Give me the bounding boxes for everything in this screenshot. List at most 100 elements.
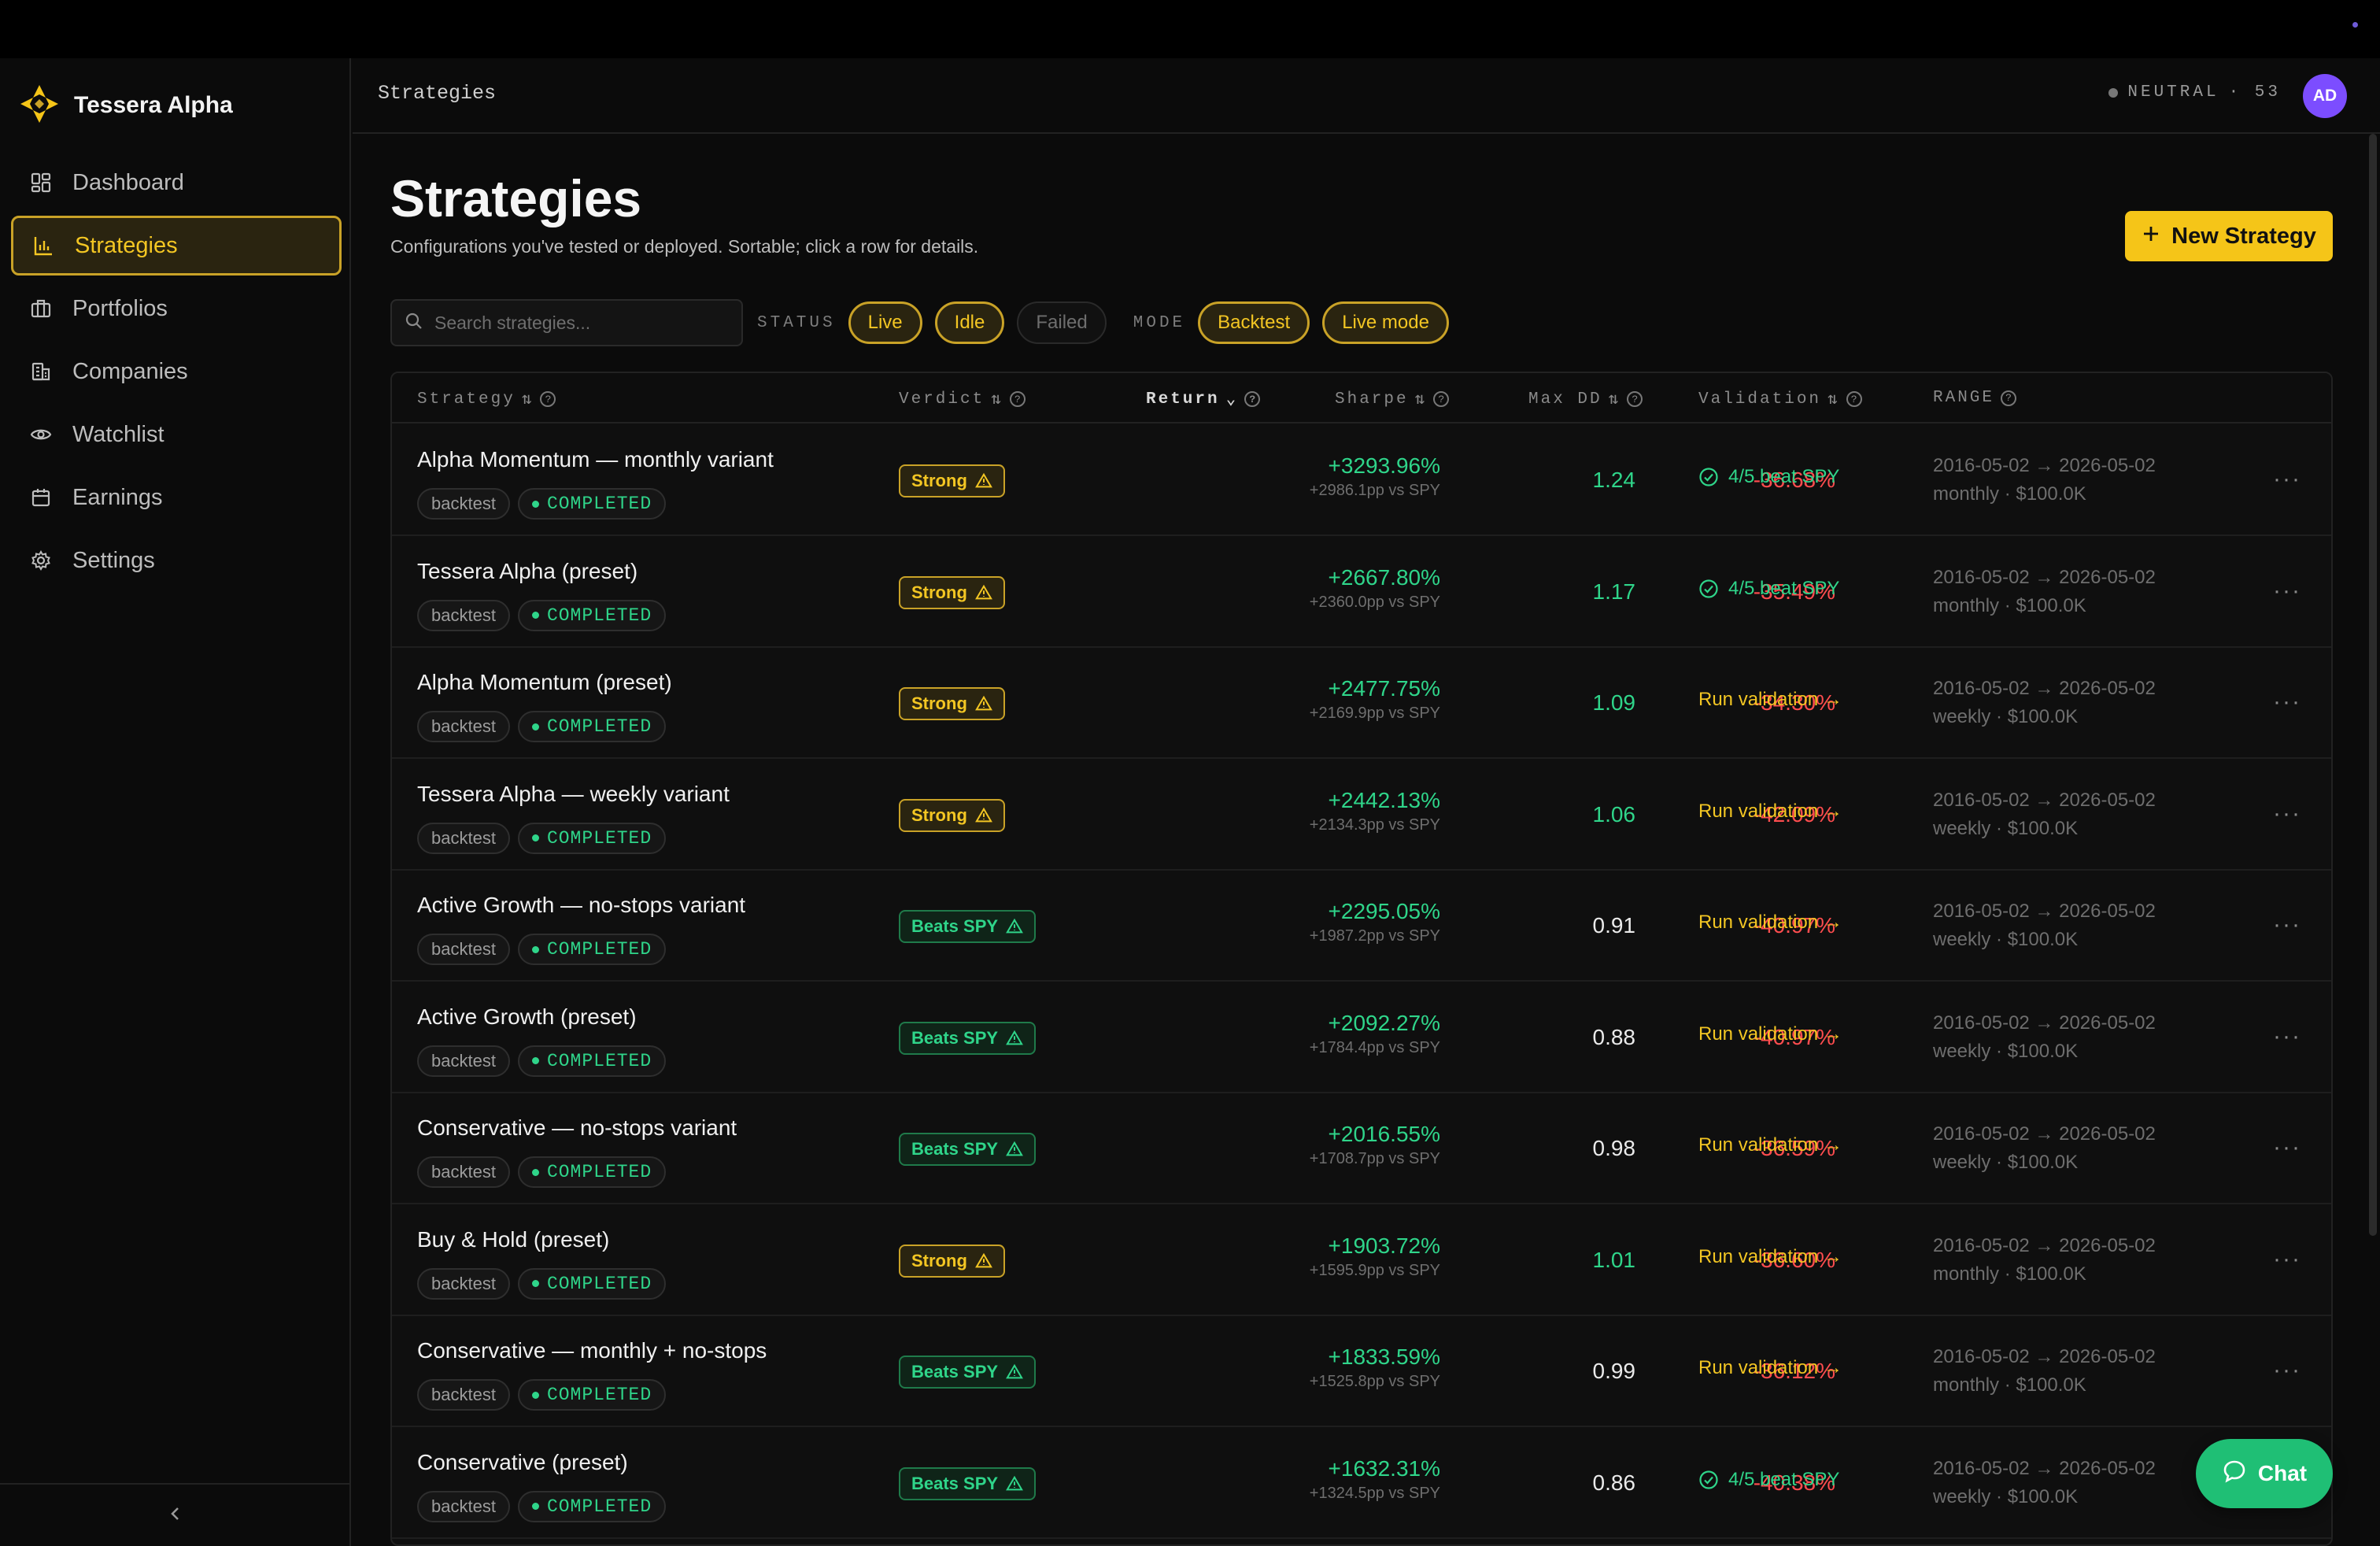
column-verdict[interactable]: Verdict ⇅ ? [899,389,1026,409]
verdict-label: Beats SPY [911,1362,999,1381]
strategy-name: Alpha Momentum — monthly variant [417,447,774,472]
column-validation[interactable]: Validation ⇅ ? [1698,389,1862,409]
more-options-icon[interactable]: ··· [2273,1357,2301,1384]
table-row[interactable]: Conservative — monthly + no-stops backtes… [392,1316,2331,1427]
search-box[interactable] [390,299,743,346]
sidebar-item-label: Portfolios [72,295,168,321]
strategy-tags: backtest COMPLETED [417,599,667,631]
help-icon[interactable]: ? [1009,391,1026,407]
help-icon[interactable]: ? [1627,391,1643,407]
range-dates: 2016-05-02 → 2026-05-02 [1933,789,2156,811]
column-max-dd-label: Max DD [1528,390,1602,409]
more-options-icon[interactable]: ··· [2273,1134,2301,1161]
briefcase-icon [28,296,54,321]
range-detail: monthly · $100.0K [1933,594,2086,616]
sidebar-item-strategies[interactable]: Strategies [11,216,342,276]
check-circle-icon [1698,579,1719,599]
filter-chip-idle[interactable]: Idle [934,301,1005,344]
avatar[interactable]: AD [2303,74,2347,118]
run-validation-link[interactable]: Run validation → [1698,1357,1842,1379]
validation-label: 4/5 beat SPY [1728,466,1840,487]
new-strategy-button[interactable]: New Strategy [2125,211,2333,261]
column-strategy[interactable]: Strategy ⇅ ? [417,389,556,409]
table-row[interactable]: Alpha Momentum — monthly variant backtest… [392,425,2331,536]
strategy-name: Tessera Alpha — weekly variant [417,781,730,806]
range-detail: weekly · $100.0K [1933,1485,2079,1507]
more-options-icon[interactable]: ··· [2273,801,2301,827]
check-circle-icon [1698,1470,1719,1490]
table-row[interactable]: Active Growth (preset) backtest COMPLETED B… [392,982,2331,1093]
sidebar-item-watchlist[interactable]: Watchlist [11,405,342,464]
status-badge: COMPLETED [517,1045,667,1077]
more-options-icon[interactable]: ··· [2273,1023,2301,1050]
collapse-sidebar-button[interactable] [0,1483,351,1546]
more-options-icon[interactable]: ··· [2273,578,2301,605]
filter-chip-failed[interactable]: Failed [1017,301,1107,344]
table-row[interactable]: Buy & Hold (preset) backtest COMPLETED Stro… [392,1205,2331,1316]
range-cell: 2016-05-02 → 2026-05-02 weekly · $100.0K [1933,897,2156,954]
table-row[interactable]: Tessera Alpha (preset) backtest COMPLETED S… [392,537,2331,648]
run-validation-link[interactable]: Run validation → [1698,1023,1842,1045]
filter-chip-live[interactable]: Live [848,301,922,344]
sidebar-item-dashboard[interactable]: Dashboard [11,153,342,213]
more-options-icon[interactable]: ··· [2273,689,2301,716]
range-dates: 2016-05-02 → 2026-05-02 [1933,678,2156,699]
sidebar-nav: Dashboard Strategies Portfolios Companies Wa… [11,153,342,594]
run-validation-link[interactable]: Run validation → [1698,1246,1842,1268]
table-row[interactable]: Alpha Momentum (preset) backtest COMPLETED… [392,648,2331,759]
table-row[interactable]: Tessera Alpha — weekly variant backtest CO… [392,760,2331,871]
validation-status: 4/5 beat SPY [1698,466,1839,488]
column-max-dd[interactable]: Max DD ⇅ ? [1528,389,1643,409]
sidebar-item-companies[interactable]: Companies [11,342,342,401]
help-icon[interactable]: ? [2001,390,2017,406]
range-cell: 2016-05-02 → 2026-05-02 monthly · $100.0K [1933,564,2156,620]
brand[interactable]: Tessera Alpha [19,74,233,137]
column-validation-label: Validation [1698,390,1822,409]
filter-chip-backtest[interactable]: Backtest [1198,301,1310,344]
strategy-tags: backtest COMPLETED [417,711,667,742]
more-options-icon[interactable]: ··· [2273,912,2301,938]
help-icon[interactable]: ? [1244,391,1261,407]
chevron-left-icon [166,1504,185,1527]
help-icon[interactable]: ? [1433,391,1450,407]
table-row[interactable]: Conservative — no-stops variant backtest C… [392,1093,2331,1204]
regime-label: NEUTRAL [2127,83,2219,102]
mode-tag: backtest [417,488,510,520]
range-cell: 2016-05-02 → 2026-05-02 monthly · $100.0K [1933,1343,2156,1400]
status-badge: COMPLETED [517,1379,667,1411]
run-validation-link[interactable]: Run validation → [1698,689,1842,711]
range-detail: monthly · $100.0K [1933,1374,2086,1396]
run-validation-link[interactable]: Run validation → [1698,912,1842,934]
verdict-label: Strong [911,804,967,825]
run-validation-link[interactable]: Run validation → [1698,801,1842,823]
range-detail: weekly · $100.0K [1933,1152,2079,1173]
strategy-name: Alpha Momentum (preset) [417,670,672,694]
more-options-icon[interactable]: ··· [2273,1246,2301,1273]
status-dot [531,1280,539,1287]
verdict-badge: Strong [899,575,1005,609]
chat-button[interactable]: Chat [2196,1439,2333,1508]
warning-icon [1006,1030,1023,1047]
mode-tag: backtest [417,1490,510,1522]
run-validation-link[interactable]: Run validation → [1698,1134,1842,1156]
filter-chip-live-mode[interactable]: Live mode [1322,301,1449,344]
sidebar-item-settings[interactable]: Settings [11,531,342,590]
more-options-icon[interactable]: ··· [2273,466,2301,493]
help-icon[interactable]: ? [1846,391,1862,407]
scrollbar[interactable] [2369,134,2377,1236]
sidebar-item-label: Settings [72,547,155,573]
verdict-badge: Strong [899,1244,1005,1278]
column-sharpe[interactable]: Sharpe ⇅ ? [1335,389,1450,409]
calendar-icon [28,485,54,510]
status-label: COMPLETED [546,494,652,514]
help-icon[interactable]: ? [540,391,556,407]
sidebar-item-earnings[interactable]: Earnings [11,468,342,527]
table-row[interactable]: Active Growth — no-stops variant backtest… [392,871,2331,982]
mode-tag: backtest [417,934,510,965]
search-input[interactable] [434,312,734,334]
range-cell: 2016-05-02 → 2026-05-02 weekly · $100.0K [1933,1455,2156,1511]
breadcrumb: Strategies [378,82,497,105]
sidebar-item-portfolios[interactable]: Portfolios [11,279,342,338]
table-row[interactable]: Conservative (preset) backtest COMPLETED Be… [392,1428,2331,1539]
column-return[interactable]: Return ⌄ ? [1146,389,1261,409]
